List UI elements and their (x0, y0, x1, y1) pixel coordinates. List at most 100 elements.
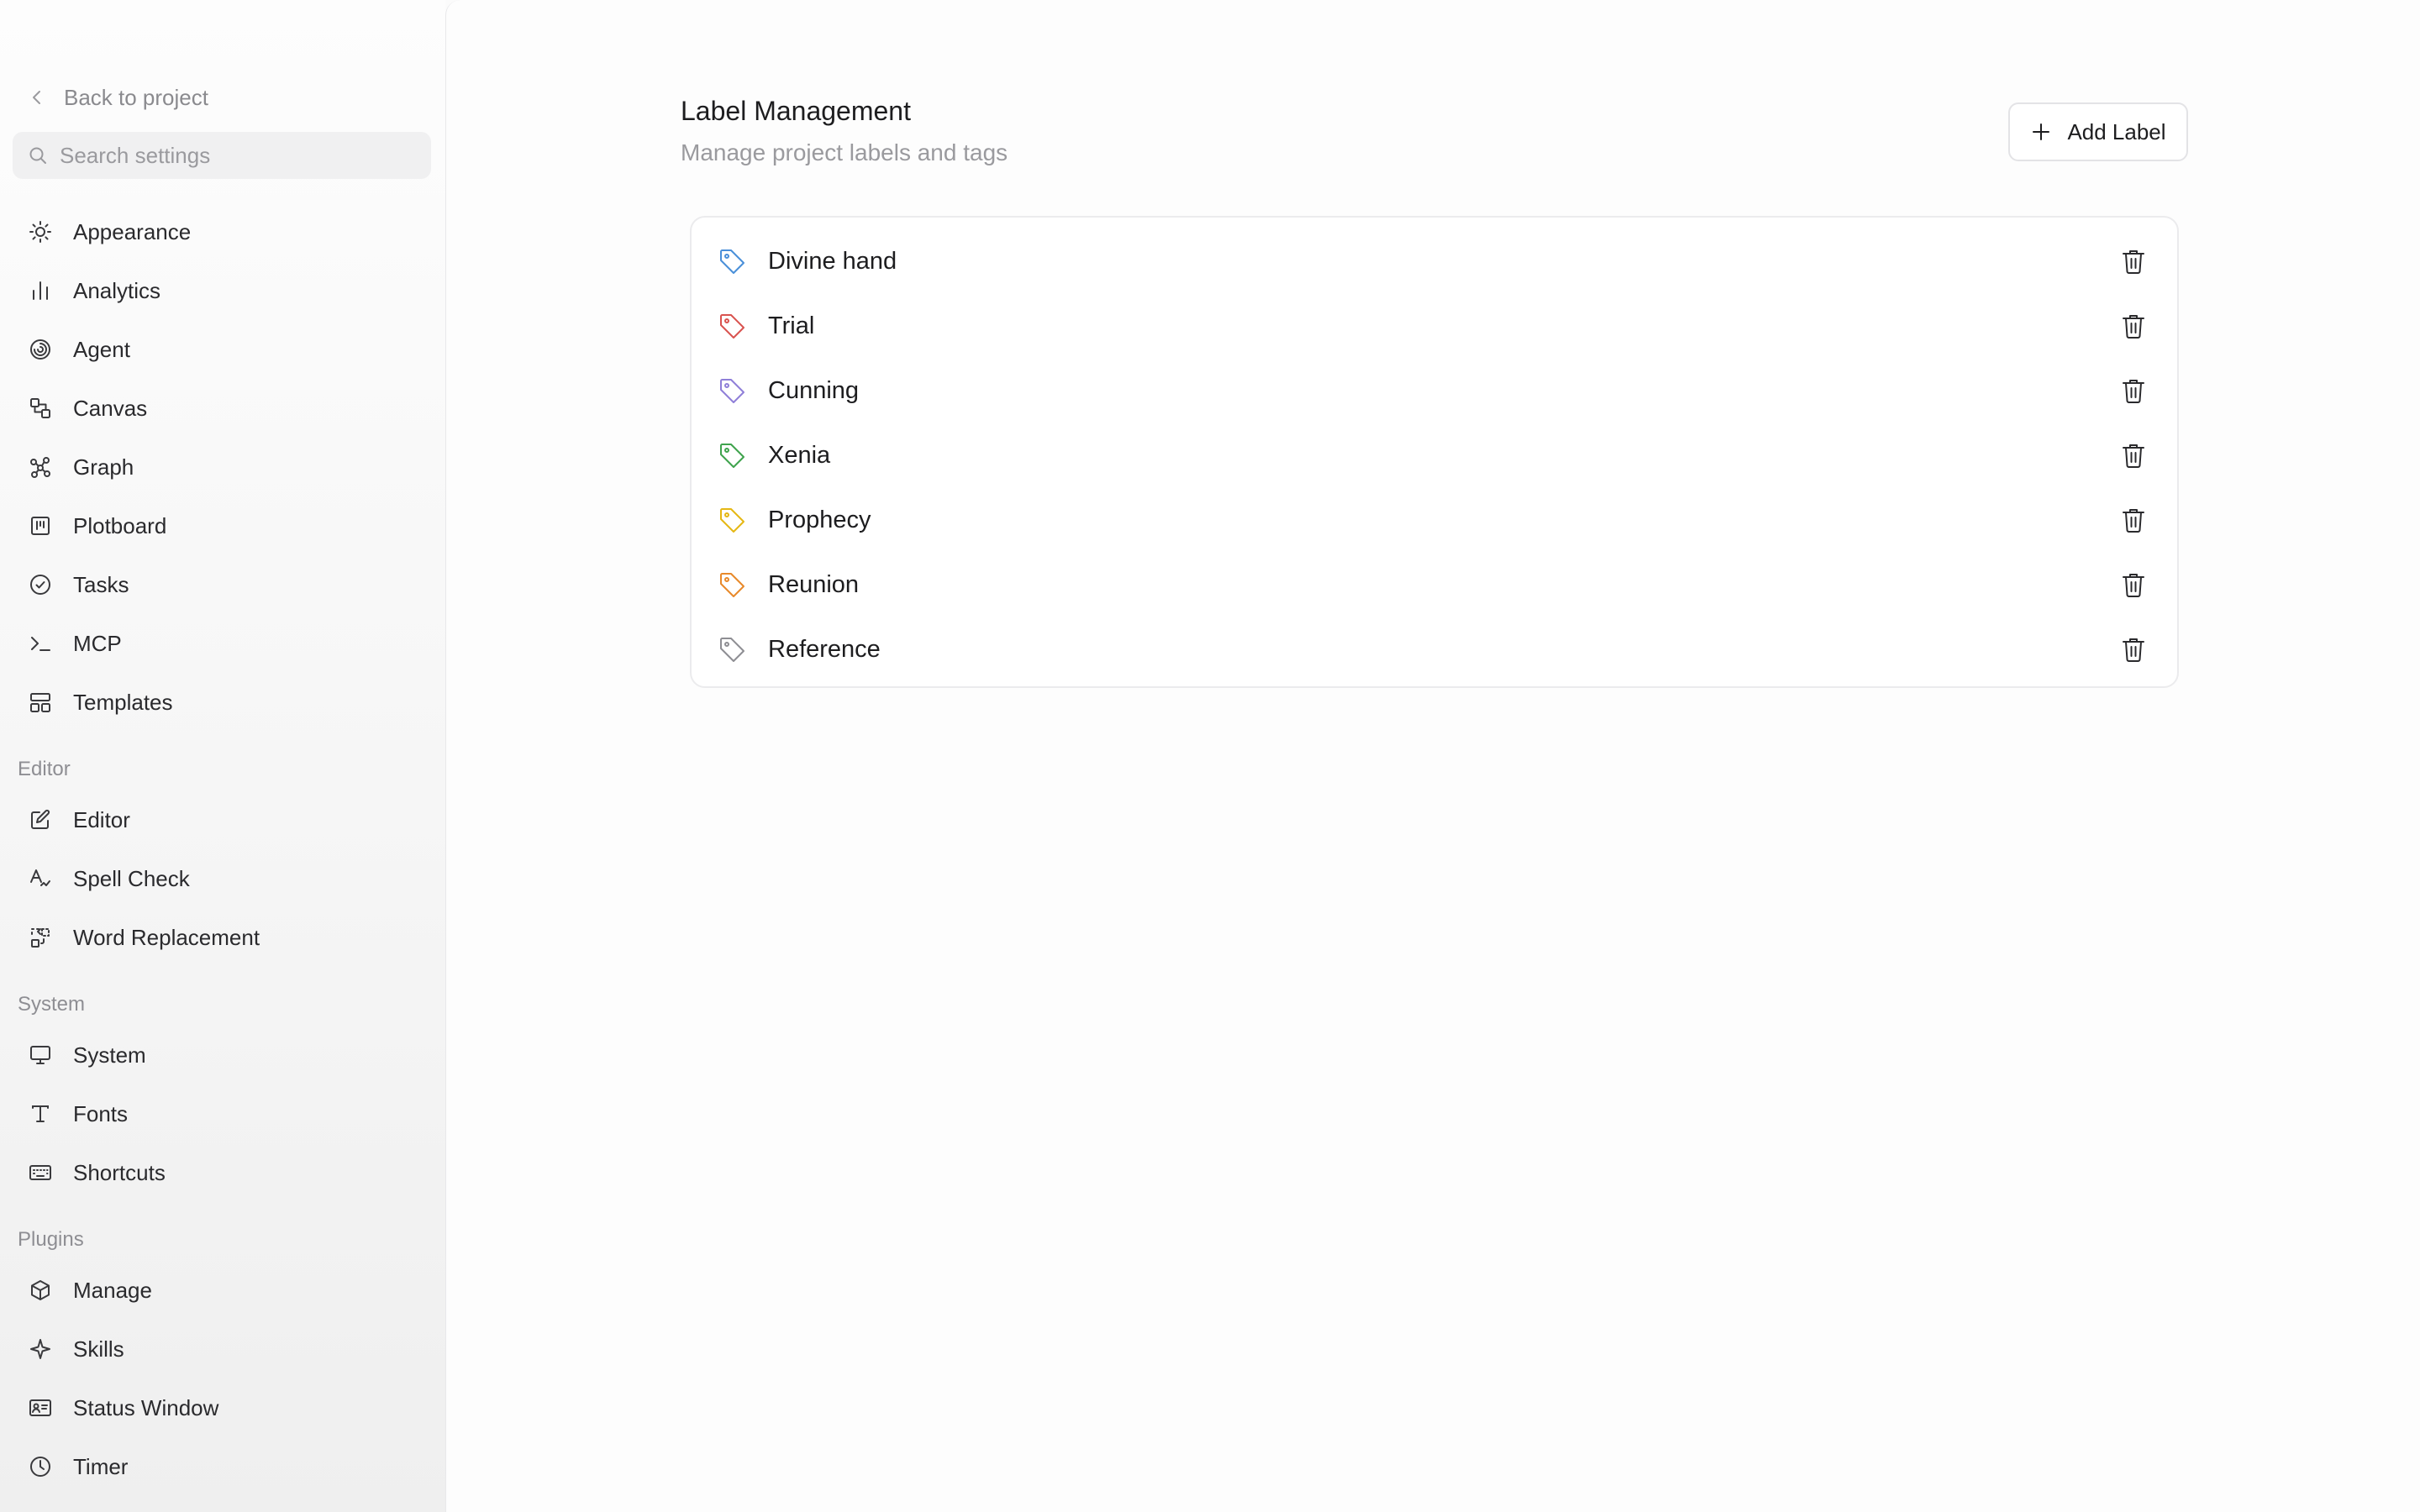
sidebar-item-system[interactable]: System (13, 1029, 431, 1081)
section-title-editor: Editor (18, 758, 71, 780)
spiral-icon (28, 337, 53, 362)
delete-label-button[interactable] (2118, 570, 2149, 600)
tag-icon (718, 442, 747, 470)
sidebar-item-label: Spell Check (73, 865, 190, 891)
tag-icon (718, 636, 747, 664)
delete-label-button[interactable] (2118, 505, 2149, 535)
settings-sidebar: Back to project Appearance Analytics Age… (0, 0, 445, 1512)
sidebar-item-plotboard[interactable]: Plotboard (13, 500, 431, 552)
sidebar-item-label: Plotboard (73, 512, 167, 538)
settings-app: Back to project Appearance Analytics Age… (0, 0, 2420, 1512)
trash-icon (2123, 509, 2144, 533)
label-row[interactable]: Xenia (692, 423, 2177, 488)
sidebar-item-spell-check[interactable]: Spell Check (13, 853, 431, 905)
delete-label-button[interactable] (2118, 375, 2149, 406)
sidebar-item-shortcuts[interactable]: Shortcuts (13, 1147, 431, 1199)
sidebar-item-templates[interactable]: Templates (13, 676, 431, 728)
sidebar-item-label: Timer (73, 1453, 129, 1479)
spell-check-icon (28, 866, 53, 891)
edit-icon (28, 807, 53, 832)
sidebar-item-label: Fonts (73, 1100, 129, 1126)
add-label-button[interactable]: Add Label (2008, 102, 2188, 161)
sidebar-item-label: Manage (73, 1277, 152, 1303)
tag-icon (718, 571, 747, 600)
label-row[interactable]: Cunning (692, 359, 2177, 423)
sidebar-item-label: Canvas (73, 395, 148, 421)
sidebar-item-label: Agent (73, 336, 130, 362)
sidebar-item-analytics[interactable]: Analytics (13, 265, 431, 317)
label-name: Reference (768, 636, 881, 663)
trash-icon (2123, 380, 2144, 403)
sparkle-icon (28, 1336, 53, 1362)
search-input[interactable] (60, 142, 413, 169)
sidebar-item-manage[interactable]: Manage (13, 1264, 431, 1316)
kanban-icon (28, 513, 53, 538)
sidebar-item-graph[interactable]: Graph (13, 441, 431, 493)
chevron-left-icon (33, 91, 40, 104)
sidebar-item-label: Skills (73, 1336, 124, 1362)
back-link-label: Back to project (64, 84, 208, 110)
label-row[interactable]: Prophecy (692, 488, 2177, 553)
label-row[interactable]: Divine hand (692, 229, 2177, 294)
tag-icon (718, 507, 747, 535)
package-icon (28, 1278, 53, 1303)
graph-nodes-icon (28, 454, 53, 480)
bar-chart-icon (28, 278, 53, 303)
sidebar-item-editor[interactable]: Editor (13, 794, 431, 846)
section-title-plugins: Plugins (18, 1228, 84, 1251)
label-row[interactable]: Reference (692, 617, 2177, 682)
sidebar-item-appearance[interactable]: Appearance (13, 206, 431, 258)
sidebar-item-agent[interactable]: Agent (13, 323, 431, 375)
sidebar-item-label: Status Window (73, 1394, 219, 1420)
label-name: Cunning (768, 377, 860, 404)
label-row[interactable]: Trial (692, 294, 2177, 359)
sidebar-item-label: System (73, 1042, 146, 1068)
sidebar-item-label: Analytics (73, 277, 161, 303)
label-name: Trial (768, 312, 815, 339)
sidebar-item-timer[interactable]: Timer (13, 1441, 431, 1493)
replace-icon (28, 925, 53, 950)
plus-icon (2033, 123, 2050, 140)
clock-icon (28, 1454, 53, 1479)
sidebar-item-label: MCP (73, 630, 122, 656)
label-list: Divine hand Trial Cunning Xenia Prophecy Reun… (690, 216, 2179, 688)
delete-label-button[interactable] (2118, 634, 2149, 664)
section-title-system: System (18, 993, 86, 1016)
id-card-icon (28, 1395, 53, 1420)
sidebar-item-canvas[interactable]: Canvas (13, 382, 431, 434)
check-circle-icon (28, 572, 53, 597)
settings-search[interactable] (13, 132, 431, 179)
label-row[interactable]: Reunion (692, 553, 2177, 617)
trash-icon (2123, 250, 2144, 274)
sidebar-item-label: Shortcuts (73, 1159, 166, 1185)
add-label-button-text: Add Label (2067, 118, 2166, 144)
sidebar-item-label: Templates (73, 689, 173, 715)
page-title: Label Management (681, 96, 911, 126)
tag-icon (718, 312, 747, 341)
delete-label-button[interactable] (2118, 311, 2149, 341)
sidebar-item-label: Tasks (73, 571, 129, 597)
label-management-panel: Label Management Manage project labels a… (445, 0, 2420, 1512)
label-name: Reunion (768, 571, 860, 598)
search-icon (29, 147, 46, 164)
trash-icon (2123, 574, 2144, 597)
sidebar-item-mcp[interactable]: MCP (13, 617, 431, 669)
label-name: Divine hand (768, 248, 897, 275)
sidebar-item-label: Editor (73, 806, 130, 832)
trash-icon (2123, 638, 2144, 662)
sidebar-item-tasks[interactable]: Tasks (13, 559, 431, 611)
sidebar-item-label: Word Replacement (73, 924, 260, 950)
delete-label-button[interactable] (2118, 246, 2149, 276)
sidebar-item-skills[interactable]: Skills (13, 1323, 431, 1375)
sidebar-item-status-window[interactable]: Status Window (13, 1382, 431, 1434)
sidebar-item-fonts[interactable]: Fonts (13, 1088, 431, 1140)
label-name: Prophecy (768, 507, 871, 533)
layout-icon (28, 690, 53, 715)
sidebar-item-word-replacement[interactable]: Word Replacement (13, 911, 431, 963)
back-to-project-link[interactable]: Back to project (29, 81, 208, 114)
trash-icon (2123, 315, 2144, 339)
delete-label-button[interactable] (2118, 440, 2149, 470)
keyboard-icon (28, 1160, 53, 1185)
sidebar-item-label: Graph (73, 454, 134, 480)
tag-icon (718, 248, 747, 276)
